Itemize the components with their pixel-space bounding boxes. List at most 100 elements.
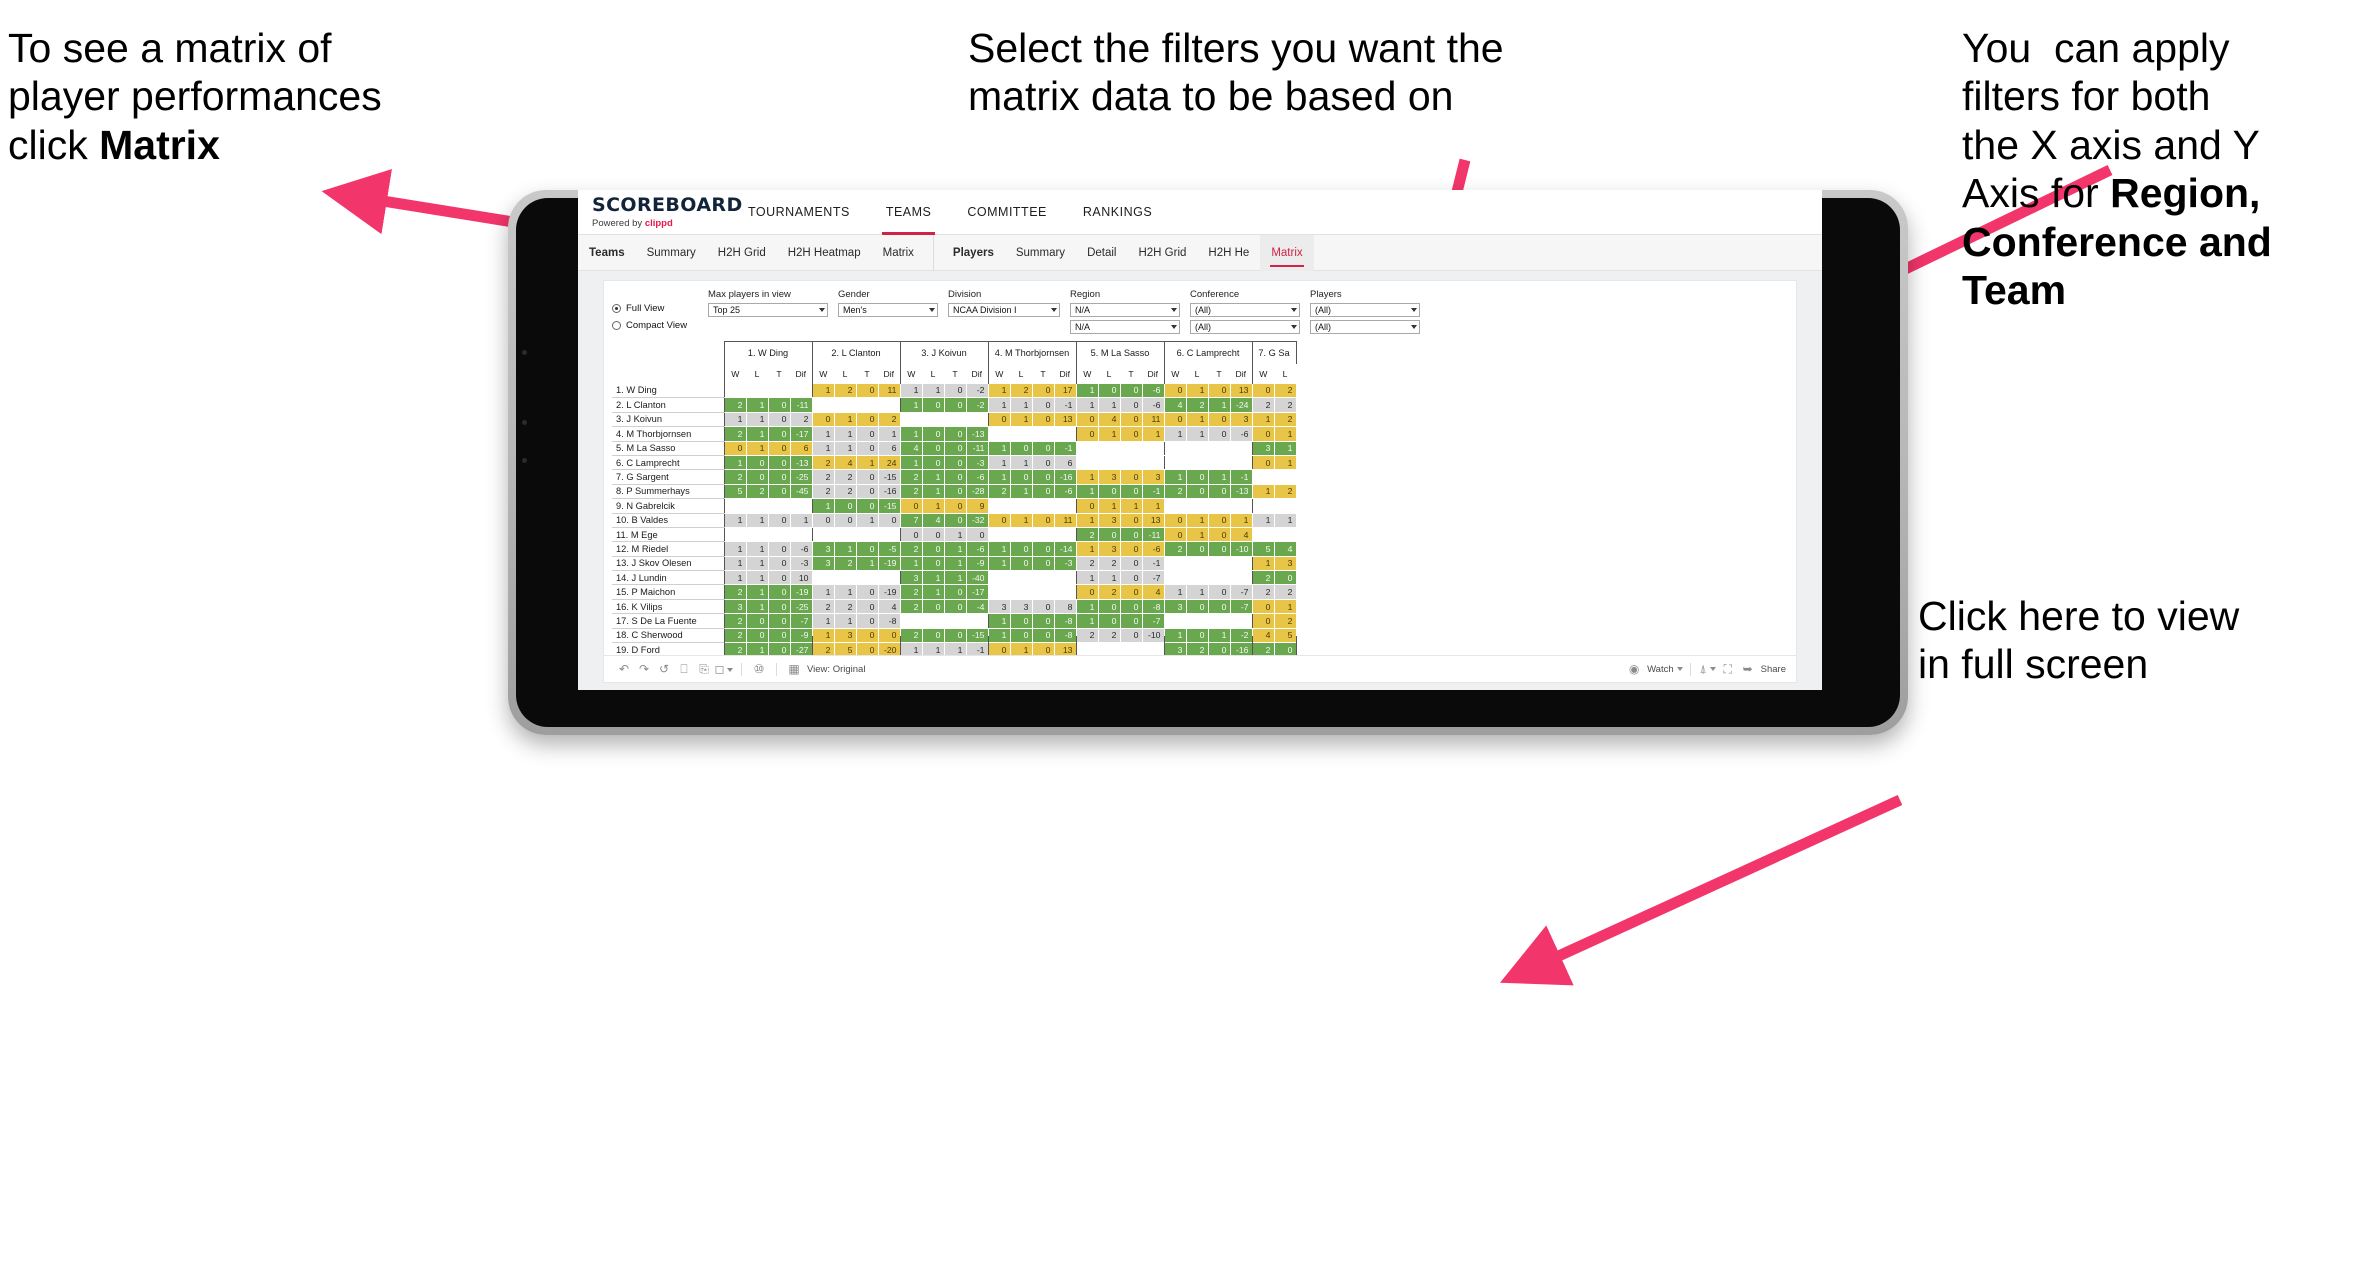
matrix-cell[interactable]: -9 bbox=[966, 556, 989, 572]
matrix-cell[interactable]: 1 bbox=[746, 570, 769, 586]
matrix-cell[interactable] bbox=[1163, 498, 1186, 514]
matrix-cell[interactable]: 3 bbox=[1098, 469, 1121, 485]
matrix-cell[interactable]: 0 bbox=[944, 397, 967, 413]
matrix-cell[interactable]: 2 bbox=[746, 484, 769, 500]
matrix-cell[interactable]: 1 bbox=[746, 397, 769, 413]
matrix-cell[interactable] bbox=[1274, 469, 1296, 485]
filter-division-select[interactable]: NCAA Division I bbox=[948, 303, 1060, 317]
matrix-cell[interactable]: 1 bbox=[1274, 599, 1297, 615]
matrix-cell[interactable]: 0 bbox=[856, 498, 879, 514]
matrix-cell[interactable]: 0 bbox=[1098, 527, 1121, 543]
matrix-cell[interactable] bbox=[1075, 455, 1098, 471]
matrix-cell[interactable]: 0 bbox=[987, 412, 1011, 428]
matrix-cell[interactable]: 1 bbox=[834, 584, 857, 600]
matrix-cell[interactable]: 1 bbox=[746, 412, 769, 428]
filter-region-select-y[interactable]: N/A bbox=[1070, 320, 1180, 334]
watch-icon[interactable]: ◉ bbox=[1624, 662, 1644, 676]
tab-teams-h2h-grid[interactable]: H2H Grid bbox=[707, 235, 777, 271]
tab-players-h2h-grid[interactable]: H2H Grid bbox=[1127, 235, 1197, 271]
matrix-cell[interactable] bbox=[1230, 570, 1252, 586]
matrix-cell[interactable]: 0 bbox=[944, 469, 967, 485]
matrix-cell[interactable]: 1 bbox=[834, 441, 857, 456]
matrix-cell[interactable]: 0 bbox=[856, 469, 879, 485]
matrix-cell[interactable]: 0 bbox=[1120, 412, 1143, 428]
matrix-cell[interactable]: 1 bbox=[922, 584, 945, 600]
matrix-cell[interactable]: 2 bbox=[811, 599, 835, 615]
matrix-cell[interactable] bbox=[1163, 570, 1186, 586]
matrix-cell[interactable] bbox=[746, 383, 768, 399]
matrix-cell[interactable]: 0 bbox=[922, 397, 945, 413]
matrix-cell[interactable]: 0 bbox=[966, 527, 989, 543]
matrix-cell[interactable]: 2 bbox=[1274, 484, 1297, 500]
matrix-cell[interactable]: 1 bbox=[1098, 498, 1121, 514]
matrix-cell[interactable]: 0 bbox=[1032, 484, 1055, 500]
matrix-cell[interactable] bbox=[834, 527, 856, 543]
matrix-cell[interactable]: 0 bbox=[1186, 484, 1209, 500]
matrix-cell[interactable] bbox=[1230, 613, 1252, 629]
matrix-cell[interactable]: 1 bbox=[1142, 498, 1165, 514]
matrix-cell[interactable]: 0 bbox=[1032, 441, 1055, 456]
matrix-cell[interactable]: 0 bbox=[1120, 426, 1143, 442]
filter-max-players-select[interactable]: Top 25 bbox=[708, 303, 828, 317]
matrix-cell[interactable]: 0 bbox=[1251, 426, 1275, 442]
matrix-cell[interactable]: -17 bbox=[966, 584, 989, 600]
undo-icon[interactable]: ↶ bbox=[614, 662, 634, 676]
matrix-cell[interactable] bbox=[1032, 584, 1054, 600]
matrix-cell[interactable]: 0 bbox=[1010, 469, 1033, 485]
matrix-cell[interactable] bbox=[966, 613, 988, 629]
matrix-cell[interactable]: 2 bbox=[723, 584, 747, 600]
matrix-cell[interactable]: 0 bbox=[1120, 513, 1143, 528]
matrix-cell[interactable]: 1 bbox=[987, 469, 1011, 485]
matrix-cell[interactable]: 13 bbox=[1142, 513, 1165, 528]
matrix-cell[interactable]: 0 bbox=[1010, 441, 1033, 456]
nav-committee[interactable]: COMMITTEE bbox=[949, 190, 1065, 235]
matrix-cell[interactable] bbox=[1032, 570, 1054, 586]
matrix-cell[interactable]: 0 bbox=[1032, 556, 1055, 572]
matrix-cell[interactable] bbox=[899, 412, 922, 428]
matrix-cell[interactable] bbox=[966, 412, 988, 428]
matrix-cell[interactable]: 1 bbox=[746, 541, 769, 557]
matrix-cell[interactable]: -13 bbox=[966, 426, 989, 442]
matrix-cell[interactable]: 0 bbox=[768, 397, 791, 413]
matrix-cell[interactable]: 2 bbox=[834, 469, 857, 485]
matrix-row[interactable]: 14. J Lundin 1 1 0 10 3 1 1 -40 1 1 0 -7 2 0 bbox=[612, 570, 1297, 586]
matrix-cell[interactable]: 0 bbox=[1032, 513, 1055, 528]
matrix-cell[interactable]: 2 bbox=[1251, 397, 1275, 413]
matrix-cell[interactable]: -25 bbox=[790, 599, 813, 615]
matrix-cell[interactable]: 2 bbox=[899, 599, 923, 615]
matrix-row[interactable]: 12. M Riedel 1 1 0 -6 3 1 0 -5 2 0 1 -6 1 0 0 -14 1 3 0 -6 2 0… bbox=[612, 541, 1297, 557]
matrix-cell[interactable] bbox=[1208, 455, 1230, 471]
matrix-cell[interactable]: 0 bbox=[1120, 599, 1143, 615]
matrix-cell[interactable]: 3 bbox=[987, 599, 1011, 615]
matrix-cell[interactable]: 2 bbox=[834, 556, 857, 572]
matrix-cell[interactable]: 1 bbox=[944, 570, 967, 586]
matrix-cell[interactable] bbox=[944, 412, 966, 428]
matrix-cell[interactable]: 2 bbox=[1163, 541, 1187, 557]
matrix-cell[interactable]: 13 bbox=[1054, 412, 1077, 428]
matrix-cell[interactable]: 1 bbox=[1230, 513, 1253, 528]
matrix-row[interactable]: 3. J Koivun 1 1 0 2 0 1 0 2 0 1 0 13 0 4 0 11 0 1 0 3 1 2 bbox=[612, 412, 1297, 428]
matrix-cell[interactable] bbox=[768, 383, 790, 399]
redo-icon[interactable]: ↷ bbox=[634, 662, 654, 676]
matrix-cell[interactable]: 0 bbox=[768, 455, 791, 471]
matrix-cell[interactable]: -15 bbox=[878, 498, 901, 514]
matrix-cell[interactable]: 1 bbox=[1186, 584, 1209, 600]
matrix-cell[interactable]: 1 bbox=[1186, 527, 1209, 543]
matrix-cell[interactable]: 1 bbox=[1120, 498, 1143, 514]
matrix-cell[interactable] bbox=[1010, 498, 1032, 514]
matrix-cell[interactable]: 1 bbox=[1075, 613, 1099, 629]
matrix-cell[interactable]: 3 bbox=[1010, 599, 1033, 615]
matrix-cell[interactable] bbox=[1230, 455, 1252, 471]
matrix-cell[interactable]: 0 bbox=[1010, 556, 1033, 572]
matrix-cell[interactable] bbox=[856, 570, 878, 586]
matrix-row[interactable]: 9. N Gabrelcik 1 0 0 -15 0 1 0 9 0 1 1 1 bbox=[612, 498, 1296, 514]
matrix-cell[interactable]: 2 bbox=[834, 484, 857, 500]
matrix-cell[interactable] bbox=[1054, 498, 1076, 514]
matrix-cell[interactable]: 3 bbox=[1142, 469, 1165, 485]
refresh-icon[interactable]: ⎕ bbox=[674, 662, 694, 677]
matrix-cell[interactable]: 1 bbox=[1186, 412, 1209, 428]
matrix-cell[interactable]: 1 bbox=[1010, 484, 1033, 500]
matrix-cell[interactable]: 1 bbox=[1274, 513, 1297, 528]
matrix-cell[interactable]: 0 bbox=[1010, 613, 1033, 629]
matrix-cell[interactable]: 1 bbox=[1251, 484, 1275, 500]
